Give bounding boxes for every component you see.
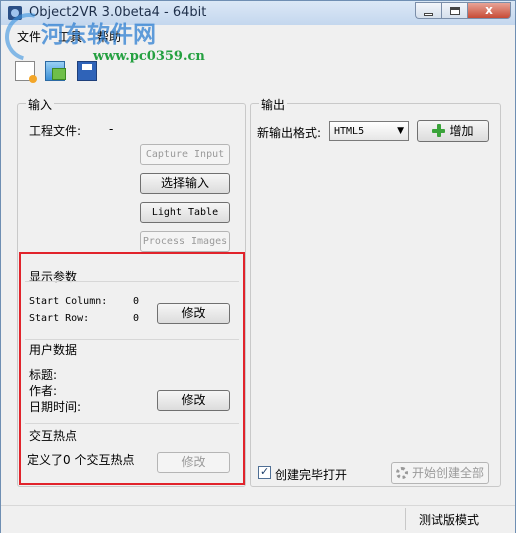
output-format-value: HTML5	[334, 126, 365, 137]
datetime-label: 日期时间:	[29, 400, 82, 414]
hotspots-summary: 定义了0 个交互热点	[27, 453, 135, 467]
start-row-label: Start Row:	[29, 313, 90, 324]
open-after-create-label: 创建完毕打开	[275, 468, 348, 482]
output-group: 输出	[250, 96, 501, 487]
maximize-button[interactable]	[441, 2, 467, 19]
save-icon[interactable]	[77, 61, 97, 81]
create-all-button[interactable]: 开始创建全部	[391, 462, 489, 484]
start-row-value: 0	[133, 313, 140, 324]
status-separator	[405, 508, 406, 530]
light-table-button[interactable]: Light Table	[140, 202, 230, 223]
minimize-button[interactable]	[415, 2, 441, 19]
project-file-value: -	[109, 122, 114, 136]
plus-icon	[432, 124, 446, 137]
select-input-button[interactable]: 选择输入	[140, 173, 230, 194]
title-label: 标题:	[29, 368, 58, 382]
gears-icon	[395, 467, 408, 479]
user-data-modify-button[interactable]: 修改	[157, 390, 230, 411]
author-label: 作者:	[29, 384, 58, 398]
project-file-label: 工程文件:	[29, 124, 82, 138]
add-output-button[interactable]: 增加	[417, 120, 489, 142]
create-all-label: 开始创建全部	[411, 466, 484, 480]
input-group-label: 输入	[26, 96, 55, 113]
status-bar: 测试版模式	[1, 505, 515, 533]
hotspots-top-divider	[25, 423, 239, 424]
display-params-divider	[25, 281, 239, 282]
chevron-down-icon: ▼	[397, 126, 404, 136]
toolbar	[1, 45, 515, 89]
output-group-label: 输出	[259, 96, 288, 113]
user-data-heading: 用户数据	[29, 343, 78, 357]
add-output-label: 增加	[449, 124, 474, 138]
status-mode: 测试版模式	[419, 513, 480, 527]
process-images-button[interactable]: Process Images	[140, 231, 230, 252]
capture-input-button[interactable]: Capture Input	[140, 144, 230, 165]
display-params-heading: 显示参数	[29, 270, 78, 284]
watermark-text: 河东软件网	[41, 22, 156, 48]
start-column-label: Start Column:	[29, 296, 108, 307]
start-column-value: 0	[133, 296, 140, 307]
user-data-top-divider	[25, 339, 239, 340]
hotspots-modify-button[interactable]: 修改	[157, 452, 230, 473]
close-button[interactable]: x	[467, 2, 511, 19]
display-params-modify-button[interactable]: 修改	[157, 303, 230, 324]
app-window: Object2VR 3.0beta4 - 64bit x 文件 工具 帮助 河东…	[0, 0, 516, 533]
open-after-create-checkbox[interactable]	[258, 465, 271, 479]
hotspots-heading: 交互热点	[29, 429, 78, 443]
output-format-label: 新输出格式:	[257, 126, 322, 140]
new-project-icon[interactable]	[15, 61, 37, 83]
output-format-select[interactable]: HTML5 ▼	[329, 121, 409, 141]
open-icon[interactable]	[45, 61, 66, 81]
window-controls: x	[415, 2, 511, 20]
